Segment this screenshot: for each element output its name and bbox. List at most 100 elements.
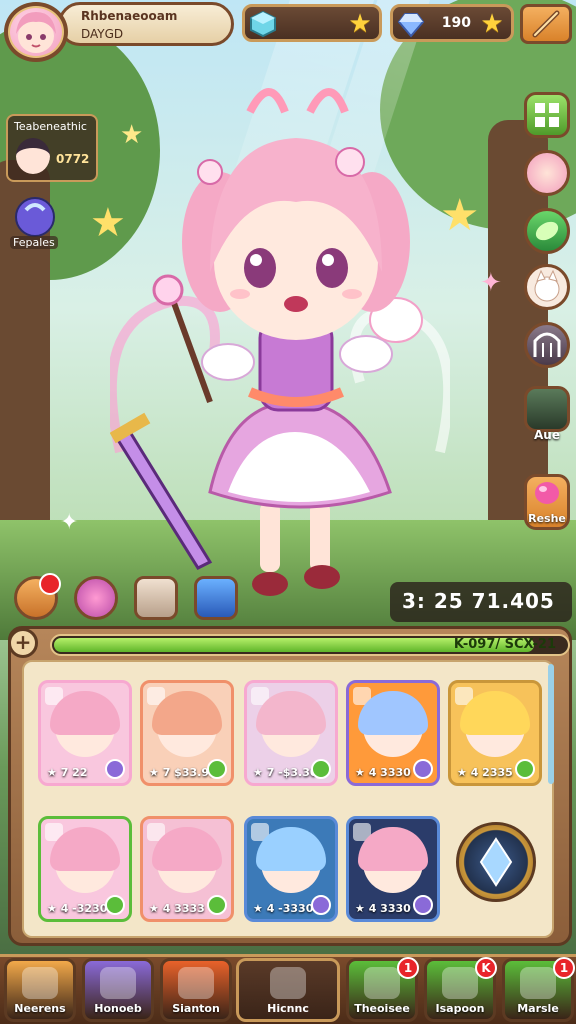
nav-carrot[interactable]: Isapoon K [424, 957, 497, 1022]
potion-widget[interactable]: Fepales [6, 196, 68, 256]
rank-badge-icon [413, 759, 433, 779]
card-grid-scrollbar[interactable] [548, 664, 554, 784]
rank-badge-icon [105, 759, 125, 779]
hero-card[interactable]: ★ 7 $33.95 [140, 680, 234, 786]
friend-avatar [16, 138, 50, 174]
rank-badge-icon [413, 895, 433, 915]
menu-button[interactable] [520, 4, 572, 44]
hero-card[interactable]: ★ 4 3330 [346, 680, 440, 786]
nav-list[interactable]: Theoisee 1 [346, 957, 419, 1022]
nav-label: Isapoon [435, 1002, 485, 1015]
grid-button[interactable] [524, 92, 570, 138]
crystal-icon [178, 967, 214, 999]
nav-flower[interactable]: Marsle 1 [502, 957, 575, 1022]
skill-gear-button[interactable] [14, 573, 61, 620]
shop-label: Reshe [528, 512, 566, 525]
hero-level: ★ 7 -$3.30 [253, 766, 318, 779]
nav-crystal[interactable]: Sianton [160, 958, 232, 1022]
add-button[interactable]: + [8, 628, 38, 658]
crystal-icon [397, 13, 425, 38]
arrow-icon [270, 967, 306, 999]
flower-icon [520, 967, 556, 999]
star-icon: ★ [348, 9, 372, 39]
summon-crystal-button[interactable] [456, 822, 536, 902]
garden-label: Aue [534, 428, 560, 442]
gem-currency-bar[interactable]: ★ [242, 4, 382, 42]
pencil-icon [100, 967, 136, 999]
nav-arrow[interactable]: Hicnnc [236, 958, 340, 1022]
notification-badge: K [475, 957, 497, 979]
notification-badge: 1 [553, 957, 575, 979]
player-nameplate[interactable]: Rhbenaeooam DAYGD [58, 2, 234, 46]
potion-label: Fepales [10, 236, 58, 249]
rank-badge-icon [311, 895, 331, 915]
skill-potion-button[interactable] [194, 576, 238, 620]
nav-label: Theoisee [354, 1002, 410, 1015]
crystal-icon [479, 837, 513, 887]
top-bar: Rhbenaeooam DAYGD ★ 190 ★ [0, 0, 576, 62]
avatar-face-icon [16, 12, 56, 53]
player-name: Rhbenaeooam [81, 9, 178, 23]
exp-label: K-097/ SCX-21 [453, 637, 556, 652]
cat-pet-icon [534, 269, 560, 302]
gate-icon [533, 332, 561, 357]
hero-level: ★ 7 22 [47, 766, 88, 779]
nav-label: Hicnnc [267, 1002, 309, 1015]
hero-card[interactable]: ★ 4 3330 [346, 816, 440, 922]
hero-level: ★ 4 3330 [355, 766, 411, 779]
sparkle-star-icon: ✦ [60, 510, 79, 535]
hero-level: ★ 4 -3330 [253, 902, 314, 915]
hero-card[interactable]: ★ 7 -$3.30 [244, 680, 338, 786]
nav-label: Sianton [172, 1002, 220, 1015]
pet-button[interactable] [524, 264, 570, 310]
hero-card[interactable]: ★ 7 22 [38, 680, 132, 786]
rank-badge-icon [105, 895, 125, 915]
hero-level: ★ 4 3333 [149, 902, 205, 915]
rank-badge-icon [207, 759, 227, 779]
crystal-value: 190 [441, 15, 471, 31]
gate-button[interactable] [524, 322, 570, 368]
friend-title: Teabeneathic [14, 120, 87, 133]
skill-shell-button[interactable] [134, 576, 178, 620]
nav-label: Neerens [14, 1002, 66, 1015]
friend-widget[interactable]: Teabeneathic 0772 [6, 114, 98, 182]
pink-gem-icon [535, 482, 559, 504]
combat-power-display: 3: 25 71.405 [390, 582, 572, 622]
notification-badge: 1 [397, 957, 419, 979]
notification-badge [39, 573, 61, 595]
hero-level: ★ 4 3330 [355, 902, 411, 915]
player-subtitle: DAYGD [81, 27, 124, 41]
nav-home[interactable]: Neerens [4, 958, 76, 1022]
exp-bar: K-097/ SCX-21 [50, 634, 570, 656]
cube-gem-icon [250, 10, 276, 38]
leaf-button[interactable] [524, 208, 570, 254]
rank-badge-icon [311, 759, 331, 779]
potion-orb-icon [15, 197, 55, 237]
player-avatar[interactable] [4, 2, 68, 62]
home-icon [22, 967, 58, 999]
crystal-currency-bar[interactable]: 190 ★ [390, 4, 514, 42]
sparkle-star-icon: ✦ [480, 268, 502, 298]
rank-badge-icon [515, 759, 535, 779]
nav-label: Marsle [517, 1002, 559, 1015]
rank-badge-icon [207, 895, 227, 915]
wand-icon [532, 10, 560, 38]
nav-label: Honoeb [94, 1002, 142, 1015]
hero-card[interactable]: ★ 4 3333 [140, 816, 234, 922]
list-icon [364, 967, 400, 999]
friend-value: 0772 [56, 152, 90, 166]
star-icon: ★ [480, 9, 504, 39]
hero-card[interactable]: ★ 4 2335 [448, 680, 542, 786]
hero-card[interactable]: ★ 4 -3230 [38, 816, 132, 922]
hero-card[interactable]: ★ 4 -3330 [244, 816, 338, 922]
carrot-icon [442, 967, 478, 999]
garden-button[interactable] [524, 386, 570, 432]
magical-girl-character[interactable] [110, 72, 450, 612]
hero-level: ★ 4 -3230 [47, 902, 108, 915]
companion-button[interactable] [524, 150, 570, 196]
leaf-icon [535, 221, 559, 241]
hero-level: ★ 4 2335 [457, 766, 513, 779]
nav-pencil[interactable]: Honoeb [82, 958, 154, 1022]
skill-heart-button[interactable] [74, 576, 118, 620]
grid-icon [535, 103, 559, 127]
